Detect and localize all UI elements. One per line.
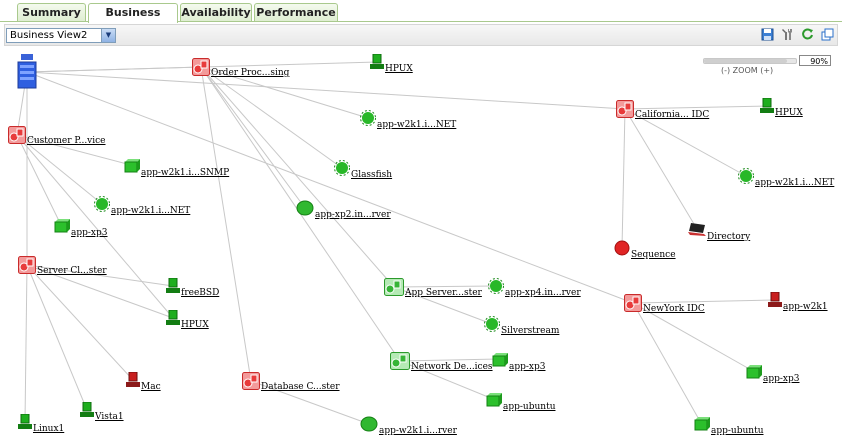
laptop-icon[interactable]: [688, 222, 706, 241]
link-order-processing-to-database-cluster: [200, 66, 252, 382]
link-server-cluster-to-mac: [26, 264, 134, 381]
zoom-value[interactable]: 90%: [799, 55, 831, 66]
monitor-node-label[interactable]: app-xp4.in...rver: [505, 288, 581, 298]
monitor-node-label[interactable]: California... IDC: [635, 110, 709, 120]
monitor-node-label[interactable]: app-ubuntu: [711, 426, 764, 436]
monitor-node-label[interactable]: Order Proc...sing: [211, 68, 289, 78]
tab-business-view[interactable]: Business View: [88, 3, 178, 36]
monitor-node-label[interactable]: Sequence: [631, 250, 676, 260]
monitor-node-label[interactable]: app-w2k1.i...NET: [111, 206, 190, 216]
refresh-icon[interactable]: [800, 28, 814, 42]
server-icon[interactable]: [370, 53, 384, 74]
monitor-node-label[interactable]: app-w2k1: [783, 302, 828, 312]
monitor-node-label[interactable]: Server Cl...ster: [37, 266, 107, 276]
link-california-idc-to-directory: [624, 108, 698, 230]
tab-summary[interactable]: Summary: [17, 3, 86, 21]
group-icon[interactable]: [192, 58, 210, 80]
link-newyork-idc-to-app-ubuntu-right: [632, 302, 702, 424]
monitor-node-label[interactable]: HPUX: [181, 320, 209, 330]
link-customer-portal-to-app-xp3-left: [16, 134, 62, 226]
link-order-processing-to-glassfish: [200, 66, 343, 169]
chevron-down-icon[interactable]: ▼: [101, 29, 115, 42]
zoom-label: (-) ZOOM (+): [721, 66, 774, 75]
ping-icon[interactable]: [744, 364, 762, 383]
server-stack-icon[interactable]: [16, 54, 38, 94]
server-icon[interactable]: [760, 97, 774, 118]
tab-bar: Summary Business View Availability Perfo…: [0, 0, 842, 36]
ping-icon[interactable]: [490, 352, 508, 371]
ora-icon[interactable]: [360, 416, 378, 436]
net-icon[interactable]: [360, 110, 376, 130]
net-icon[interactable]: [488, 278, 504, 298]
group-green-icon[interactable]: [390, 352, 410, 374]
link-california-idc-to-hpux-right: [624, 105, 768, 110]
net-icon[interactable]: [94, 196, 110, 216]
server-red-icon[interactable]: [126, 371, 140, 392]
monitor-node-label[interactable]: app-ubuntu: [503, 402, 556, 412]
business-view-select[interactable]: Business View2 ▼: [6, 28, 116, 43]
server-icon[interactable]: [18, 413, 32, 434]
monitor-node-label[interactable]: freeBSD: [181, 288, 219, 298]
monitor-node-label[interactable]: Linux1: [33, 424, 64, 434]
link-server-cluster-to-linux1: [24, 264, 28, 423]
monitor-node-label[interactable]: Directory: [707, 232, 750, 242]
tools-icon[interactable]: [780, 28, 794, 42]
save-icon[interactable]: [760, 28, 774, 42]
monitor-node-label[interactable]: app-xp3: [763, 374, 800, 384]
net-icon[interactable]: [738, 168, 754, 188]
monitor-node-label[interactable]: app-w2k1.i...NET: [755, 178, 834, 188]
link-app-servers-to-app-xp4: [393, 285, 497, 288]
monitor-node-label[interactable]: Silverstream: [501, 326, 559, 336]
monitor-node-label[interactable]: app-w2k1.i...rver: [379, 426, 457, 436]
link-california-idc-to-sequence: [621, 108, 626, 249]
link-root-to-california-idc: [26, 71, 626, 110]
link-newyork-idc-to-app-w2k1-ny: [632, 299, 776, 304]
zoom-slider[interactable]: [703, 58, 797, 64]
tab-availability[interactable]: Availability: [180, 3, 252, 21]
server-icon[interactable]: [80, 401, 94, 422]
monitor-node-label[interactable]: app-xp3: [71, 228, 108, 238]
monitor-node-label[interactable]: app-w2k1.i...NET: [377, 120, 456, 130]
business-view-select-value: Business View2: [10, 30, 88, 41]
toolbar: [4, 24, 838, 46]
monitor-node-label[interactable]: NewYork IDC: [643, 304, 705, 314]
monitor-node-label[interactable]: HPUX: [775, 108, 803, 118]
monitor-node-label[interactable]: Mac: [141, 382, 161, 392]
ping-icon[interactable]: [52, 218, 70, 237]
group-icon[interactable]: [242, 372, 260, 394]
monitor-node-label[interactable]: Network De...ices: [411, 362, 493, 372]
popout-icon[interactable]: [820, 28, 834, 42]
zoom-control[interactable]: 90% (-) ZOOM (+): [703, 55, 833, 77]
ping-icon[interactable]: [692, 416, 710, 435]
group-icon[interactable]: [18, 256, 36, 278]
monitor-node-label[interactable]: app-xp2.in...rver: [315, 210, 391, 220]
monitor-node-label[interactable]: app-w2k1.i...SNMP: [141, 168, 229, 178]
link-server-cluster-to-vista1: [26, 264, 88, 411]
group-green-icon[interactable]: [384, 278, 404, 300]
monitor-node-label[interactable]: Glassfish: [351, 170, 392, 180]
server-red-icon[interactable]: [768, 291, 782, 312]
ping-icon[interactable]: [484, 392, 502, 411]
group-icon[interactable]: [624, 294, 642, 316]
server-icon[interactable]: [166, 277, 180, 298]
group-icon[interactable]: [616, 100, 634, 122]
monitor-node-label[interactable]: Customer P...vice: [27, 136, 106, 146]
gear-icon[interactable]: [484, 316, 500, 336]
snmp-icon[interactable]: [122, 158, 140, 177]
ups-icon[interactable]: [614, 240, 630, 260]
tab-performance[interactable]: Performance: [254, 3, 338, 21]
server-icon[interactable]: [166, 309, 180, 330]
link-network-devices-to-app-xp3-mid: [399, 358, 500, 362]
monitor-node-label[interactable]: App Server...ster: [405, 288, 482, 298]
monitor-node-label[interactable]: Database C...ster: [261, 382, 340, 392]
ora-icon[interactable]: [296, 200, 314, 220]
zoom-slider-fill: [704, 59, 787, 63]
monitor-node-label[interactable]: Vista1: [95, 412, 124, 422]
monitor-node-label[interactable]: HPUX: [385, 64, 413, 74]
gear-icon[interactable]: [334, 160, 350, 180]
group-icon[interactable]: [8, 126, 26, 148]
business-view-canvas[interactable]: Order Proc...sing HPUX Customer P...vice ap…: [4, 46, 838, 438]
link-customer-portal-to-hpux-mid: [16, 134, 174, 319]
monitor-node-label[interactable]: app-xp3: [509, 362, 546, 372]
